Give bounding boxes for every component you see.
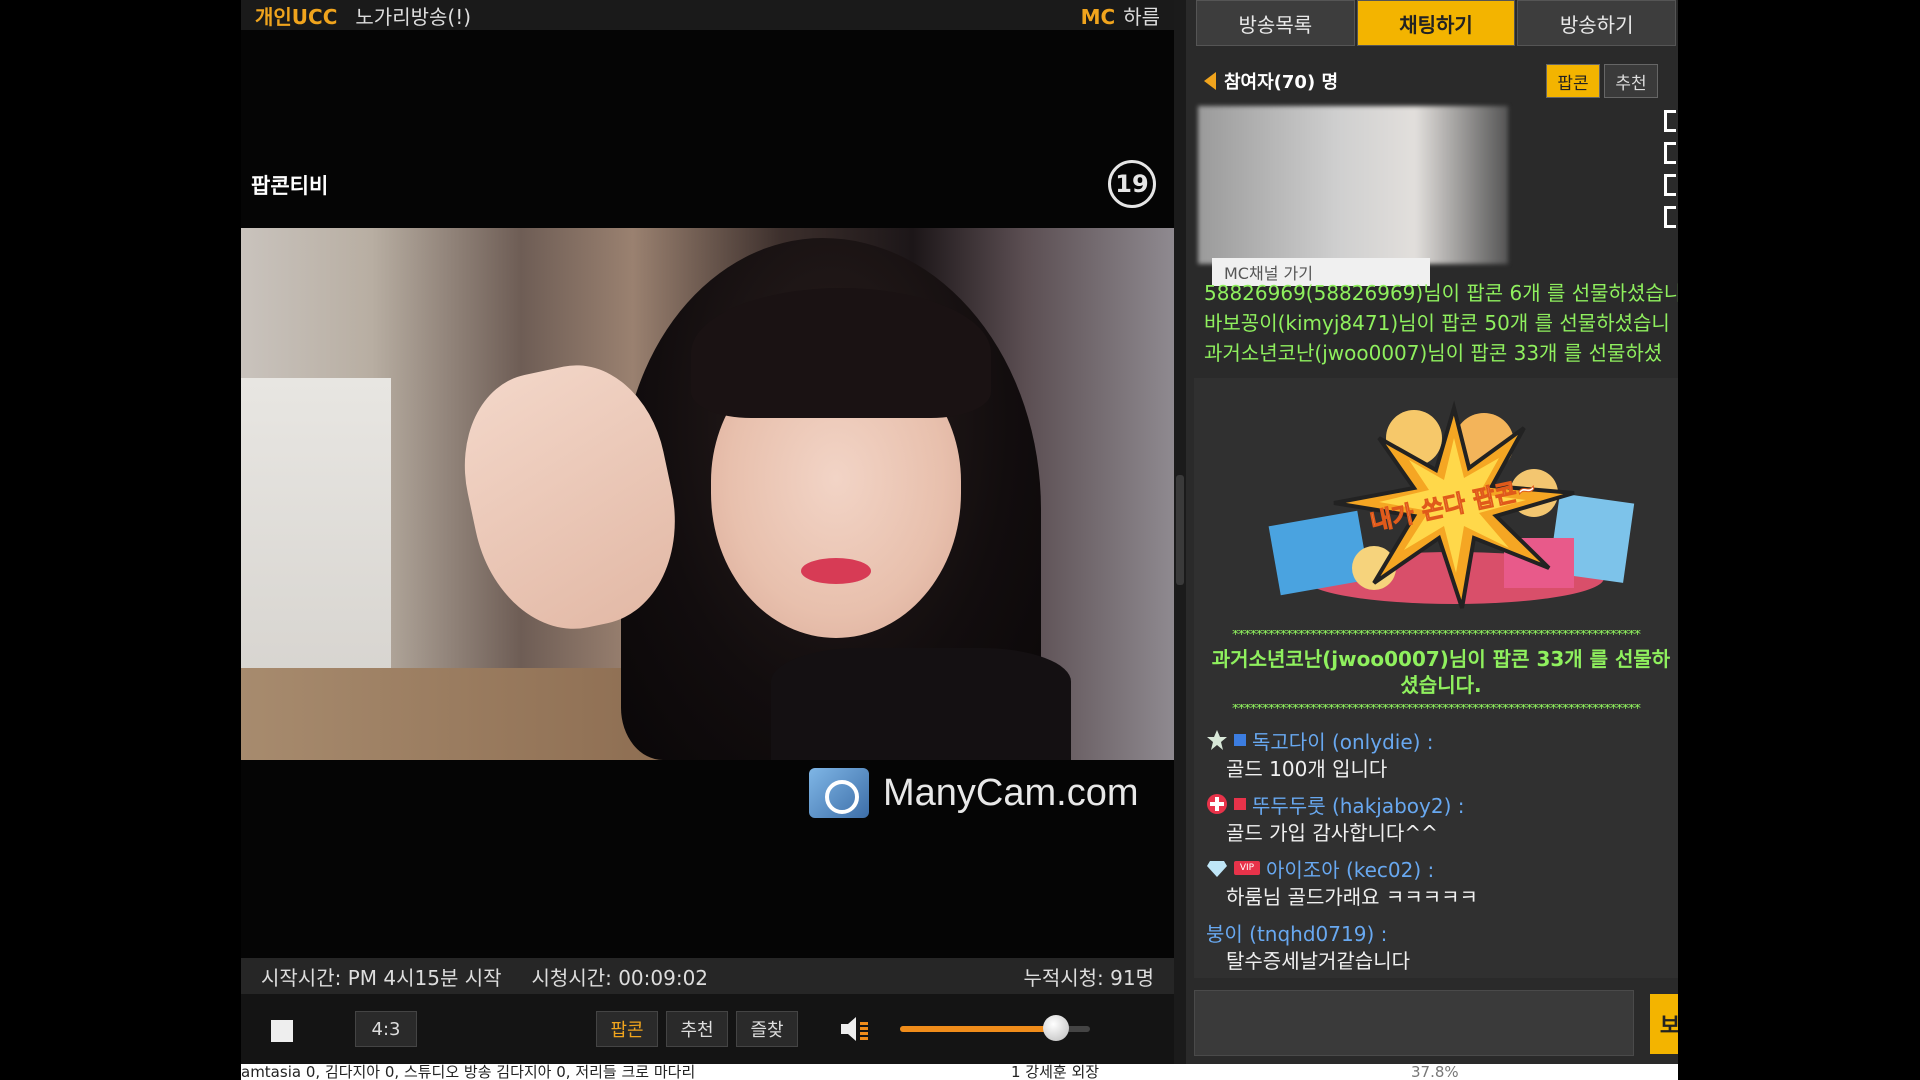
participants-count: 참여자(70) 명 — [1224, 72, 1339, 93]
volume-slider-knob[interactable] — [1042, 1015, 1069, 1041]
user-level-badge — [1234, 798, 1246, 810]
splitter-grip[interactable] — [1176, 475, 1184, 585]
speaker-icon — [1204, 72, 1216, 90]
vip-badge: VIP — [1234, 861, 1260, 875]
side-bracket-icons — [1664, 110, 1678, 250]
notice-stars-top: ****************************************… — [1232, 630, 1641, 640]
popcorn-gift-button[interactable]: 팝콘 — [596, 1011, 658, 1047]
tab-broadcast-list[interactable]: 방송목록 — [1196, 0, 1355, 46]
favorite-button[interactable]: 즐찾 — [736, 1011, 798, 1047]
background-page-strip: amtasia 0, 김다지아 0, 스튜디오 방송 김다지아 0, 저리들 크… — [241, 1064, 1678, 1080]
player-title-bar: 개인UCC 노가리방송(!) MC 하름 — [241, 0, 1174, 30]
notice-stars-bottom: ****************************************… — [1232, 704, 1641, 714]
channel-label: 팝콘티비 — [251, 174, 329, 198]
broadcast-info-bar: 시작시간: PM 4시15분 시작 시청시간: 00:09:02 누적시청: 9… — [241, 958, 1174, 994]
chat-input[interactable] — [1194, 990, 1634, 1056]
video-background-floor — [241, 668, 661, 760]
background-text-right: 37.8% — [1411, 1064, 1459, 1080]
recommend-button[interactable]: 추천 — [666, 1011, 728, 1047]
broadcast-title: 노가리방송(!) — [355, 4, 472, 29]
tab-chat[interactable]: 채팅하기 — [1356, 0, 1516, 46]
total-viewers: 누적시청: 91명 — [1023, 965, 1154, 990]
chat-user-row[interactable]: 뚜두두룻 (hakjaboy2) : — [1206, 790, 1676, 818]
chat-text: 골드 100개 입니다 — [1226, 757, 1388, 781]
popcorn-gift-burst-icon: 내가 쏜다 팝콘~ — [1268, 400, 1635, 609]
manycam-watermark: ManyCam.com — [809, 768, 1139, 818]
chat-username: 뚜두두룻 (hakjaboy2) : — [1252, 793, 1465, 818]
panel-splitter[interactable] — [1174, 0, 1186, 1064]
send-button[interactable]: 보 — [1650, 994, 1678, 1054]
aspect-ratio-button[interactable]: 4:3 — [355, 1011, 417, 1047]
cross-icon — [1207, 794, 1227, 814]
chat-message: 뚜두두룻 (hakjaboy2) : 골드 가입 감사합니다^^ — [1206, 790, 1676, 848]
panel-tabs: 방송목록 채팅하기 방송하기 — [1196, 0, 1678, 46]
mc-label: MC — [1080, 4, 1116, 29]
watermark-text: ManyCam.com — [883, 771, 1139, 814]
diamond-icon — [1207, 861, 1227, 877]
chat-log[interactable]: 내가 쏜다 팝콘~ ******************************… — [1194, 378, 1678, 978]
chat-user-row[interactable]: VIP 아이조아 (kec02) : — [1206, 854, 1676, 882]
video-person-clothing — [771, 648, 1071, 760]
screen: 개인UCC 노가리방송(!) MC 하름 팝콘티비 19 ManyCam.com … — [0, 0, 1920, 1080]
background-text-left: amtasia 0, 김다지아 0, 스튜디오 방송 김다지아 0, 저리들 크… — [241, 1064, 696, 1080]
tab-start-broadcast[interactable]: 방송하기 — [1517, 0, 1677, 46]
gift-notice: 과거소년코난(jwoo0007)님이 팝콘 33개 를 선물하셨습니다. — [1211, 647, 1671, 697]
chat-text: 탈수증세날거같습니다 — [1226, 949, 1410, 973]
chat-user-row[interactable]: 붕이 (tnqhd0719) : — [1206, 918, 1676, 946]
gift-log: 58826969(58826969)님이 팝콘 6개 를 선물하셨습니 바보꽁이… — [1204, 278, 1678, 368]
volume-icon[interactable] — [839, 1014, 875, 1044]
video-player: 개인UCC 노가리방송(!) MC 하름 팝콘티비 19 ManyCam.com … — [241, 0, 1174, 1064]
chat-text: 하룸님 골드가래요 ㅋㅋㅋㅋㅋ — [1226, 885, 1478, 909]
broadcast-category: 개인UCC — [255, 4, 338, 29]
manycam-logo-icon — [809, 768, 869, 818]
side-panel: 방송목록 채팅하기 방송하기 참여자(70) 명 팝콘 추천 MC채널 가기 5… — [1186, 0, 1678, 1064]
gift-log-line: 58826969(58826969)님이 팝콘 6개 를 선물하셨습니 — [1204, 281, 1678, 305]
watch-time: 시청시간: 00:09:02 — [531, 965, 709, 990]
stop-button[interactable] — [271, 1020, 293, 1042]
mc-thumbnail[interactable] — [1198, 106, 1508, 264]
chat-username: 독고다이 (onlydie) : — [1252, 729, 1434, 754]
chat-message: VIP 아이조아 (kec02) : 하룸님 골드가래요 ㅋㅋㅋㅋㅋ — [1206, 854, 1676, 912]
mc-name: 하름 — [1123, 4, 1160, 29]
star-icon — [1207, 730, 1227, 750]
mc-info: MC 하름 — [1081, 1, 1160, 30]
video-frame[interactable] — [241, 228, 1174, 760]
start-time: 시작시간: PM 4시15분 시작 — [261, 965, 502, 990]
user-level-badge — [1234, 734, 1246, 746]
panel-recommend-button[interactable]: 추천 — [1604, 64, 1658, 98]
video-person-bangs — [691, 288, 991, 418]
age-19-badge: 19 — [1108, 160, 1156, 208]
panel-popcorn-button[interactable]: 팝콘 — [1546, 64, 1600, 98]
chat-message: 붕이 (tnqhd0719) : 탈수증세날거같습니다 — [1206, 918, 1676, 976]
chat-username: 붕이 (tnqhd0719) : — [1206, 921, 1388, 946]
background-text-mid: 1 강세훈 외장 — [1011, 1064, 1100, 1080]
player-controls: 4:3 팝콘 추천 즐찾 — [241, 994, 1174, 1064]
gift-log-line: 바보꽁이(kimyj8471)님이 팝콘 50개 를 선물하셨습니 — [1204, 311, 1670, 335]
gift-log-line: 과거소년코난(jwoo0007)님이 팝콘 33개 를 선물하셨 — [1204, 341, 1663, 365]
chat-text: 골드 가입 감사합니다^^ — [1226, 821, 1438, 845]
video-person-lips — [801, 558, 871, 584]
volume-slider-fill — [900, 1026, 1056, 1032]
chat-user-row[interactable]: 독고다이 (onlydie) : — [1206, 726, 1676, 754]
chat-message: 독고다이 (onlydie) : 골드 100개 입니다 — [1206, 726, 1676, 784]
chat-username: 아이조아 (kec02) : — [1266, 857, 1435, 882]
